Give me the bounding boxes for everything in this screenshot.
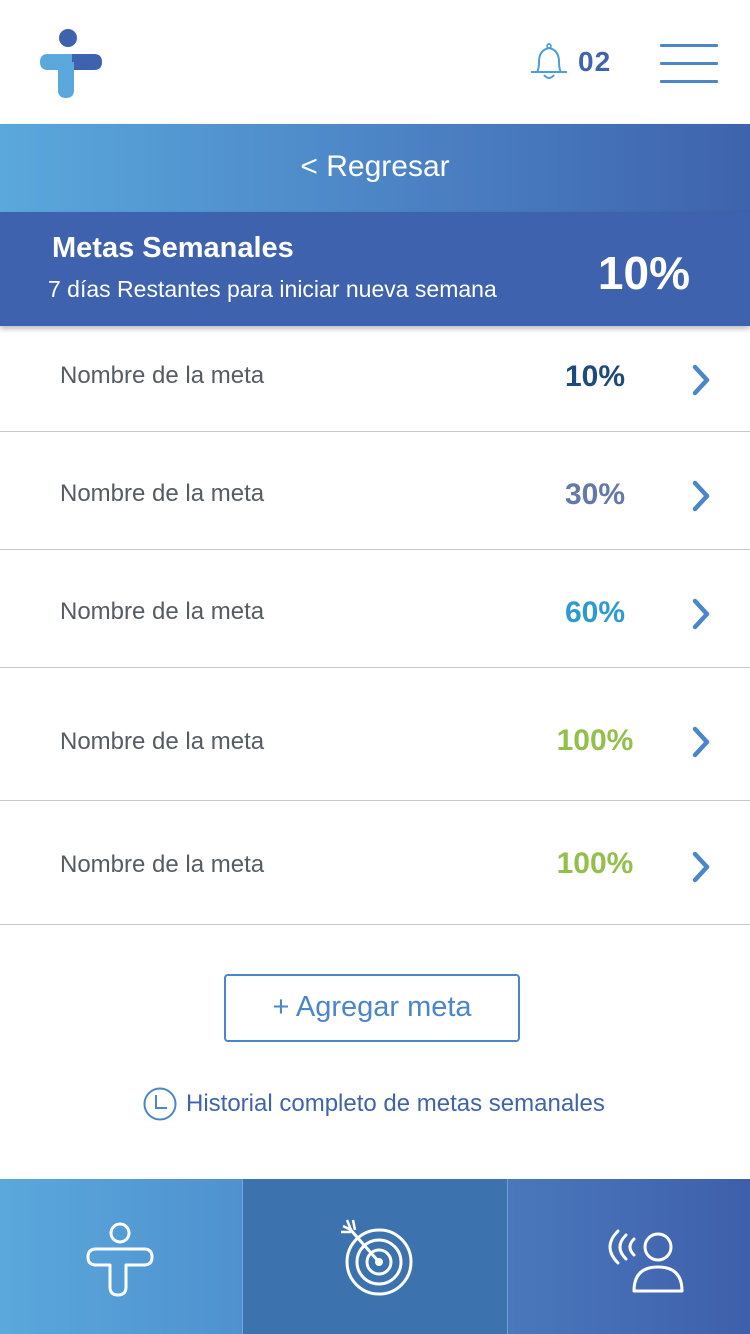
chevron-right-icon[interactable]	[688, 596, 714, 632]
goal-percent: 100%	[556, 847, 634, 880]
chevron-right-icon[interactable]	[688, 362, 714, 398]
goal-percent: 30%	[564, 478, 626, 511]
goal-name: Nombre de la meta	[60, 480, 265, 507]
goal-row[interactable]: Nombre de la meta 100%	[0, 801, 750, 925]
notification-count: 02	[578, 46, 612, 77]
history-link-label: Historial completo de metas semanales	[186, 1090, 605, 1117]
nav-item-goals[interactable]	[243, 1179, 508, 1334]
chevron-right-icon[interactable]	[688, 724, 714, 760]
back-button[interactable]: < Regresar	[0, 150, 750, 184]
goal-name: Nombre de la meta	[60, 851, 265, 878]
hamburger-menu-icon[interactable]	[660, 44, 718, 84]
goal-row[interactable]: Nombre de la meta 100%	[0, 668, 750, 801]
bell-icon[interactable]	[528, 42, 570, 82]
chevron-right-icon[interactable]	[688, 478, 714, 514]
goal-percent: 10%	[564, 360, 626, 393]
bottom-nav	[0, 1179, 750, 1334]
top-bar: 02	[0, 0, 750, 124]
goal-list: Nombre de la meta 10% Nombre de la meta …	[0, 326, 750, 925]
clock-icon	[143, 1087, 177, 1121]
target-icon	[341, 1219, 413, 1296]
chevron-right-icon[interactable]	[688, 849, 714, 885]
back-bar: < Regresar	[0, 124, 750, 212]
goal-percent: 100%	[556, 724, 634, 757]
goal-row[interactable]: Nombre de la meta 30%	[0, 432, 750, 550]
user-signal-icon	[608, 1229, 684, 1293]
nav-item-contact[interactable]	[508, 1179, 750, 1334]
weekly-progress-percent: 10%	[597, 247, 690, 299]
goal-row[interactable]: Nombre de la meta 10%	[0, 326, 750, 432]
nav-item-home[interactable]	[0, 1179, 243, 1334]
app-logo-icon[interactable]	[32, 28, 104, 100]
goal-percent: 60%	[564, 596, 626, 629]
history-link[interactable]: Historial completo de metas semanales	[142, 1084, 605, 1124]
goal-name: Nombre de la meta	[60, 598, 265, 625]
goal-name: Nombre de la meta	[60, 728, 265, 755]
weekly-goals-header: Metas Semanales 7 días Restantes para in…	[0, 212, 750, 326]
page-title: Metas Semanales	[52, 232, 294, 264]
goal-row[interactable]: Nombre de la meta 60%	[0, 550, 750, 668]
person-plus-icon	[86, 1222, 154, 1297]
add-goal-button[interactable]: + Agregar meta	[224, 974, 520, 1042]
days-remaining-text: 7 días Restantes para iniciar nueva sema…	[48, 276, 497, 302]
goal-name: Nombre de la meta	[60, 362, 265, 389]
